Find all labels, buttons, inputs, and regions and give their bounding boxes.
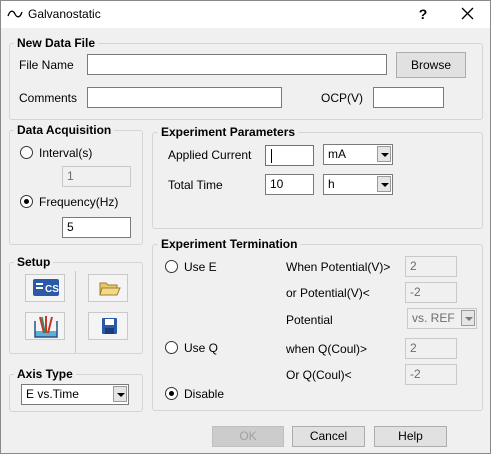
close-icon[interactable] (456, 4, 478, 24)
electrode-button[interactable] (25, 312, 65, 340)
save-button[interactable] (88, 312, 128, 340)
electrode-icon (34, 316, 58, 338)
comments-field[interactable] (87, 87, 282, 108)
comments-label: Comments (19, 91, 78, 105)
ok-button[interactable]: OK (212, 426, 284, 447)
text-caret (271, 148, 272, 163)
use-e-label[interactable]: Use E (184, 260, 217, 274)
frequency-field[interactable]: 5 (62, 217, 131, 238)
ocp-label: OCP(V) (321, 91, 363, 105)
total-time-unit-value: h (328, 177, 335, 191)
chevron-down-icon[interactable] (377, 176, 391, 192)
or-q-field: -2 (405, 364, 457, 385)
total-time-label: Total Time (168, 178, 223, 192)
cs-instrument-icon: CS (33, 279, 59, 296)
use-e-radio[interactable] (165, 260, 178, 273)
potential-ref-select: vs. REF (407, 308, 477, 329)
ocp-field[interactable] (373, 87, 444, 108)
chevron-down-icon (461, 310, 475, 326)
when-potential-field: 2 (405, 256, 457, 277)
experiment-termination-title: Experiment Termination (158, 237, 301, 251)
frequency-radio[interactable] (20, 195, 33, 208)
help-button[interactable]: Help (374, 426, 447, 447)
interval-radio[interactable] (20, 146, 33, 159)
disable-label[interactable]: Disable (184, 387, 224, 401)
chevron-down-icon[interactable] (377, 146, 391, 162)
applied-current-unit-select[interactable]: mA (323, 144, 393, 165)
file-name-label: File Name (19, 58, 74, 72)
or-potential-label: or Potential(V)< (286, 286, 370, 300)
use-q-label[interactable]: Use Q (184, 341, 218, 355)
interval-label[interactable]: Interval(s) (39, 146, 92, 160)
disable-radio[interactable] (165, 387, 178, 400)
cs-instrument-button[interactable]: CS (25, 274, 65, 302)
total-time-unit-select[interactable]: h (323, 174, 393, 195)
when-q-label: when Q(Coul)> (286, 342, 368, 356)
file-name-field[interactable] (87, 54, 387, 75)
cancel-button[interactable]: Cancel (292, 426, 365, 447)
potential-ref-value: vs. REF (412, 311, 455, 325)
applied-current-unit-value: mA (328, 147, 346, 161)
open-file-button[interactable] (88, 274, 128, 302)
new-data-file-title: New Data File (14, 36, 99, 50)
total-time-field[interactable]: 10 (265, 174, 314, 195)
when-q-field: 2 (405, 338, 457, 359)
or-potential-field: -2 (405, 282, 457, 303)
galvanostatic-dialog: Galvanostatic ? New Data File File Name … (0, 0, 491, 454)
axis-type-select[interactable]: E vs.Time (21, 384, 129, 405)
applied-current-field[interactable] (265, 145, 314, 166)
title-bar[interactable]: Galvanostatic ? (1, 1, 490, 28)
setup-title: Setup (14, 255, 54, 269)
data-acquisition-title: Data Acquisition (14, 123, 115, 137)
interval-field: 1 (62, 166, 131, 187)
open-folder-icon (99, 282, 121, 296)
experiment-parameters-title: Experiment Parameters (158, 125, 299, 139)
axis-type-value: E vs.Time (26, 387, 79, 401)
help-icon[interactable]: ? (414, 5, 432, 23)
potential-label: Potential (286, 313, 333, 327)
browse-button[interactable]: Browse (396, 52, 466, 78)
setup-divider (75, 271, 76, 353)
window-title: Galvanostatic (28, 7, 101, 21)
axis-type-title: Axis Type (14, 367, 76, 381)
save-disk-icon (102, 318, 117, 334)
svg-text:CS: CS (45, 284, 59, 295)
frequency-label[interactable]: Frequency(Hz) (39, 195, 118, 209)
chevron-down-icon[interactable] (113, 386, 127, 402)
applied-current-label: Applied Current (168, 148, 252, 162)
galvanostatic-wave-icon (7, 10, 23, 18)
or-q-label: Or Q(Coul)< (286, 368, 352, 382)
when-potential-label: When Potential(V)> (286, 260, 391, 274)
use-q-radio[interactable] (165, 341, 178, 354)
